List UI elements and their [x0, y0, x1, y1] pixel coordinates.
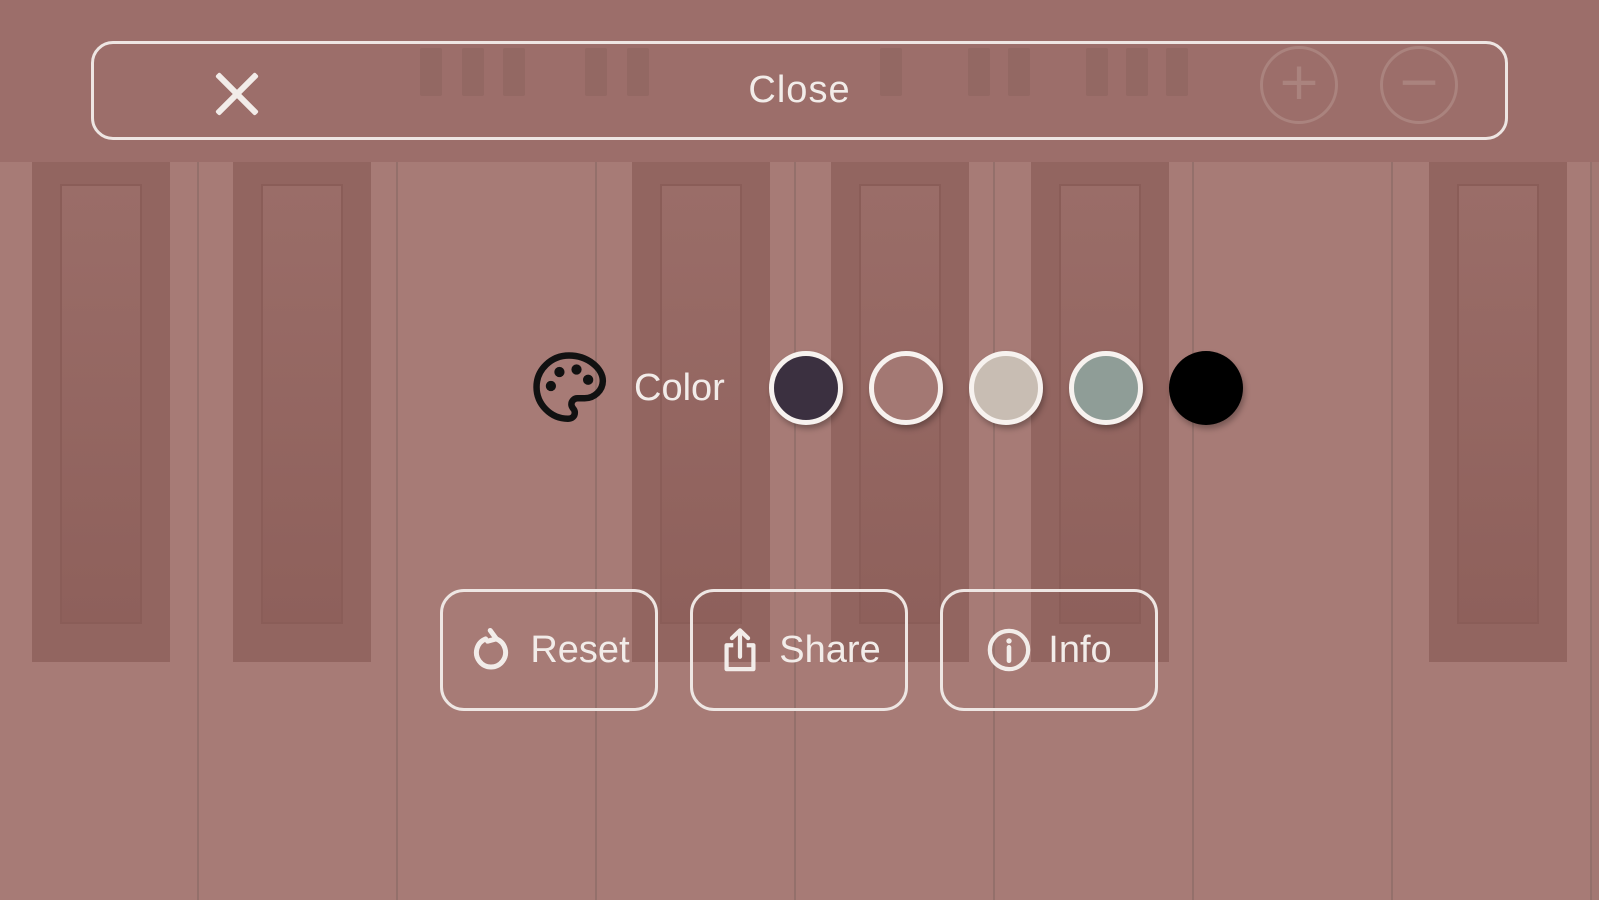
palette-icon: [533, 352, 607, 422]
swatch-beige[interactable]: [968, 351, 1043, 425]
share-button[interactable]: Share: [690, 589, 908, 711]
swatch-black[interactable]: [1168, 351, 1243, 425]
black-key: [32, 162, 170, 662]
reset-icon: [474, 627, 509, 670]
close-label: Close: [748, 69, 851, 111]
white-key: [398, 162, 597, 900]
close-button[interactable]: Close: [91, 41, 1508, 140]
white-key: [1194, 162, 1393, 900]
reset-label: Reset: [530, 628, 630, 671]
action-buttons: Reset Share Info: [440, 589, 1190, 711]
close-icon: [212, 69, 262, 119]
color-label: Color: [634, 366, 725, 409]
black-key: [233, 162, 371, 662]
info-label: Info: [1048, 628, 1112, 671]
swatch-sage[interactable]: [1068, 351, 1143, 425]
share-icon: [724, 628, 756, 672]
color-picker: Color: [528, 348, 1269, 428]
swatch-mauve[interactable]: [868, 351, 943, 425]
info-button[interactable]: Info: [940, 589, 1158, 711]
info-icon: [988, 628, 1031, 672]
reset-button[interactable]: Reset: [440, 589, 658, 711]
black-key: [1429, 162, 1567, 662]
swatch-dark-plum[interactable]: [768, 351, 843, 425]
share-label: Share: [779, 628, 881, 671]
